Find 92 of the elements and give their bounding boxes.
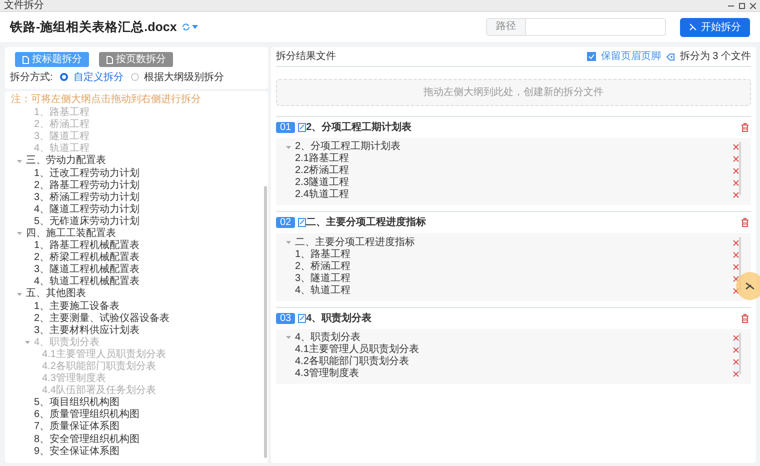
- radio-label[interactable]: 根据大纲级别拆分: [144, 70, 224, 84]
- checkbox[interactable]: [586, 52, 596, 61]
- radio-label[interactable]: 自定义拆分: [73, 70, 124, 84]
- outline-item[interactable]: 2、主要测量、试验仪器设备表: [34, 312, 170, 325]
- collapse-caret-icon[interactable]: [16, 160, 22, 163]
- outline-item[interactable]: 1、主要施工设备表: [34, 300, 120, 313]
- remove-icon[interactable]: [733, 264, 739, 270]
- outline-item[interactable]: 4、职责划分表: [295, 332, 361, 344]
- maximize-icon[interactable]: [739, 2, 745, 8]
- outline-item[interactable]: 1、路基工程机械配置表: [34, 240, 140, 252]
- file-count: 拆分为 3 个文件: [680, 50, 751, 64]
- minimize-icon[interactable]: [728, 2, 734, 8]
- outline-item[interactable]: 3、隧道工程: [295, 272, 351, 285]
- edit-icon[interactable]: [298, 123, 306, 132]
- outline-item[interactable]: 5、无砟道床劳动力计划: [34, 216, 140, 228]
- outline-item[interactable]: 二、主要分项工程进度指标: [295, 236, 415, 249]
- outline-item[interactable]: 2.4轨道工程: [295, 189, 349, 202]
- outline-item[interactable]: 1、迁改工程劳动力计划: [34, 168, 140, 180]
- remove-icon[interactable]: [733, 252, 739, 258]
- outline-item[interactable]: 4、轨道工程机械配置表: [34, 276, 140, 288]
- file-number: 03: [276, 312, 296, 324]
- outline-item[interactable]: 2、桥涵工程: [295, 260, 351, 273]
- outline-item[interactable]: 五、其他图表: [26, 288, 86, 300]
- file-name: 铁路-施组相关表格汇总.docx: [10, 18, 177, 36]
- outline-item[interactable]: 3、桥涵工程劳动力计划: [34, 192, 140, 204]
- outline-item[interactable]: 4.3管理制度表: [295, 368, 359, 380]
- outline-item[interactable]: 1、路基工程: [295, 248, 351, 261]
- file-icon: [22, 56, 29, 64]
- outline-item[interactable]: 2、桥梁工程机械配置表: [34, 252, 140, 264]
- outline-item[interactable]: 2.2桥涵工程: [295, 165, 349, 178]
- radio-button[interactable]: [60, 73, 68, 81]
- remove-icon[interactable]: [733, 168, 739, 174]
- field-label: 拆分方式:: [10, 70, 53, 84]
- file-title[interactable]: 二、主要分项工程进度指标: [306, 215, 426, 230]
- outline-item[interactable]: 9、安全保证体系图: [34, 446, 120, 458]
- tag-icon[interactable]: [666, 52, 675, 60]
- outline-item[interactable]: 7、质量保证体系图: [34, 421, 120, 434]
- outline-item[interactable]: 4、轨道工程: [295, 284, 351, 297]
- hint-text: 注：可将左侧大纲点击拖动到右侧进行拆分: [11, 93, 202, 106]
- file-number: 02: [276, 217, 296, 228]
- outline-item[interactable]: 8、安全管理组织机构图: [34, 434, 140, 446]
- outline-item[interactable]: 4.1主要管理人员职责划分表: [295, 344, 419, 356]
- collapse-caret-icon[interactable]: [16, 232, 22, 236]
- remove-icon[interactable]: [733, 156, 739, 162]
- radio-button[interactable]: [130, 73, 139, 81]
- path-field[interactable]: [526, 18, 666, 36]
- drop-hint: 拖动左侧大纲到此处，创建新的拆分文件: [424, 86, 604, 100]
- remove-icon[interactable]: [733, 371, 739, 378]
- scrollbar[interactable]: [264, 186, 267, 458]
- file-title[interactable]: 2、分项工程工期计划表: [306, 120, 412, 135]
- outline-item[interactable]: 2、分项工程工期计划表: [295, 141, 401, 154]
- remove-icon[interactable]: [733, 240, 739, 246]
- file-title[interactable]: 4、职责划分表: [306, 310, 372, 326]
- edit-icon[interactable]: [298, 218, 306, 228]
- collapse-caret-icon[interactable]: [286, 336, 290, 340]
- remove-icon[interactable]: [733, 180, 739, 186]
- remove-icon[interactable]: [733, 276, 739, 282]
- outline-item[interactable]: 4、隧道工程劳动力计划: [34, 204, 140, 216]
- outline-item[interactable]: 6、质量管理组织机构图: [34, 409, 140, 422]
- edit-icon[interactable]: [298, 314, 306, 323]
- remove-icon[interactable]: [733, 144, 739, 150]
- file-number: 01: [276, 122, 296, 133]
- outline-item[interactable]: 三、劳动力配置表: [26, 155, 106, 168]
- remove-icon[interactable]: [733, 347, 739, 354]
- remove-icon[interactable]: [733, 334, 739, 341]
- outline-item[interactable]: 四、施工工装配置表: [26, 228, 116, 240]
- sync-icon[interactable]: [182, 23, 190, 31]
- trash-icon[interactable]: [741, 123, 749, 132]
- outline-item[interactable]: 2.1路基工程: [295, 153, 349, 166]
- collapse-caret-icon[interactable]: [24, 341, 30, 344]
- remove-icon[interactable]: [733, 192, 739, 198]
- outline-item[interactable]: 3、主要材料供应计划表: [34, 324, 140, 337]
- file-icon: [106, 56, 113, 64]
- trash-icon[interactable]: [741, 218, 749, 228]
- outline-item[interactable]: 5、项目组织机构图: [34, 397, 120, 410]
- path-label: 路径: [486, 18, 526, 36]
- remove-icon[interactable]: [733, 359, 739, 366]
- outline-item[interactable]: 4.2各职能部门职责划分表: [295, 356, 409, 368]
- trash-icon[interactable]: [741, 314, 749, 323]
- collapse-caret-icon[interactable]: [286, 241, 290, 244]
- outline-item[interactable]: 3、隧道工程机械配置表: [34, 264, 140, 276]
- close-icon[interactable]: [750, 2, 756, 8]
- panel-title: 拆分结果文件: [276, 50, 336, 64]
- caret-icon[interactable]: [192, 25, 198, 29]
- outline-item[interactable]: 2、路基工程劳动力计划: [34, 180, 140, 192]
- scrollbar[interactable]: [739, 142, 741, 196]
- scrollbar[interactable]: [739, 332, 741, 374]
- collapse-caret-icon[interactable]: [286, 146, 290, 149]
- start-split-button[interactable]: 开始拆分: [680, 18, 750, 36]
- remove-icon[interactable]: [733, 288, 739, 294]
- outline-item[interactable]: 2.3隧道工程: [295, 177, 349, 190]
- collapse-caret-icon[interactable]: [16, 292, 22, 296]
